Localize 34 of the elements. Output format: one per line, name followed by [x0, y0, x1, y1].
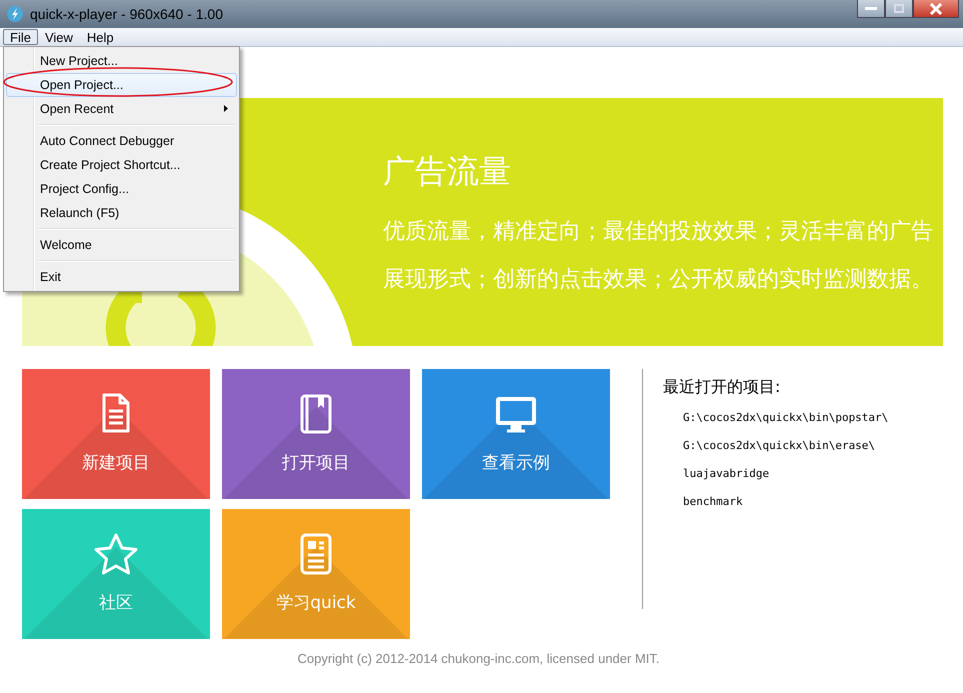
submenu-arrow-icon [224, 105, 228, 112]
menu-option[interactable]: Open Recent [6, 97, 237, 121]
copyright-text: Copyright (c) 2012-2014 chukong-inc.com, licensed under MIT. [296, 651, 660, 666]
tile-button[interactable]: 查看示例 [422, 369, 610, 499]
star-icon [92, 530, 140, 576]
menu-option[interactable]: Relaunch (F5) [6, 201, 237, 225]
close-icon [929, 2, 943, 14]
close-button[interactable] [913, 0, 959, 18]
menu-option[interactable]: Create Project Shortcut... [6, 153, 237, 177]
maximize-button[interactable] [885, 0, 913, 18]
recent-project-link[interactable]: G:\cocos2dx\quickx\bin\popstar\ [663, 404, 888, 432]
menu-item[interactable]: View [38, 29, 80, 45]
menu-option[interactable]: Welcome [6, 233, 237, 257]
minimize-button[interactable] [857, 0, 885, 18]
tile-button[interactable]: 新建项目 [22, 369, 210, 499]
tile-button[interactable]: 打开项目 [222, 369, 410, 499]
recent-heading: 最近打开的项目: [663, 377, 782, 398]
minimize-icon [865, 6, 877, 10]
window-title: quick-x-player - 960x640 - 1.00 [30, 6, 223, 22]
menu-option[interactable]: Open Project... [6, 73, 237, 97]
menu-option[interactable]: Exit [6, 265, 237, 289]
maximize-icon [894, 4, 904, 13]
menu-option[interactable]: Auto Connect Debugger [6, 129, 237, 153]
recent-project-link[interactable]: luajavabridge [663, 460, 888, 488]
menu-option[interactable]: New Project... [6, 49, 237, 73]
banner-title: 广告流量 [383, 151, 512, 192]
recent-project-link[interactable]: benchmark [663, 488, 888, 516]
recent-project-link[interactable]: G:\cocos2dx\quickx\bin\erase\ [663, 432, 888, 460]
menu-option[interactable]: Project Config... [6, 177, 237, 201]
banner-text: 优质流量，精准定向；最佳的投放效果；灵活丰富的广告 [383, 218, 934, 246]
app-icon [6, 5, 24, 23]
banner-text: 展现形式；创新的点击效果；公开权威的实时监测数据。 [383, 266, 934, 294]
menu-item[interactable]: Help [80, 29, 121, 45]
menu-item[interactable]: File [3, 29, 38, 45]
